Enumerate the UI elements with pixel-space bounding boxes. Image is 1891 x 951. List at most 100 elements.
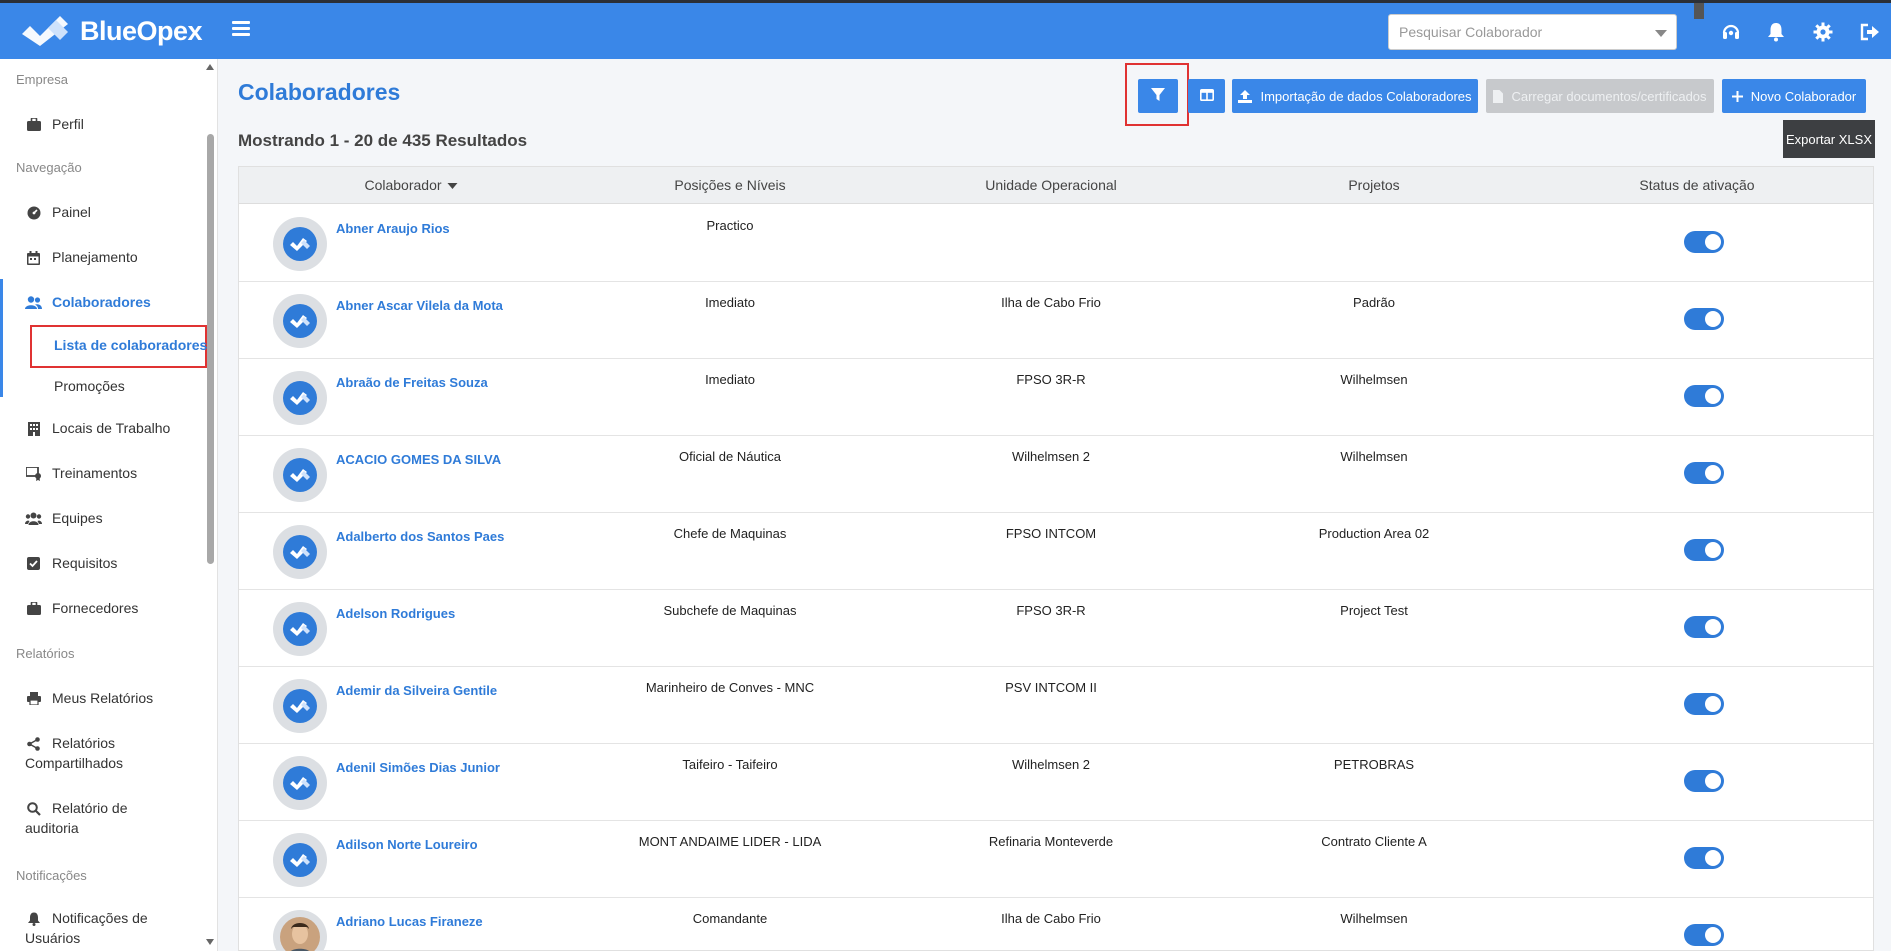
logout-icon[interactable] bbox=[1858, 20, 1882, 44]
sidebar-item-relatorios-compartilhados[interactable]: Relatórios bbox=[25, 733, 205, 754]
table-row: Abraão de Freitas Souza Imediato FPSO 3R-R… bbox=[239, 359, 1873, 436]
column-header-posicoes[interactable]: Posições e Níveis bbox=[674, 177, 785, 193]
sort-desc-icon[interactable] bbox=[447, 183, 458, 190]
collaborator-name-link[interactable]: Adriano Lucas Firaneze bbox=[336, 914, 483, 929]
sidebar-item-notificacoes-usuarios[interactable]: Notificações de bbox=[25, 908, 205, 929]
sidebar-item-requisitos[interactable]: Requisitos bbox=[25, 553, 205, 574]
columns-toggle-button[interactable] bbox=[1188, 79, 1225, 113]
cell-position: Practico bbox=[706, 218, 754, 233]
sidebar-item-colaboradores[interactable]: Colaboradores bbox=[25, 292, 205, 313]
menu-toggle-icon[interactable] bbox=[232, 21, 250, 37]
sidebar-item-label: Planejamento bbox=[52, 249, 138, 265]
activation-toggle[interactable] bbox=[1684, 616, 1724, 638]
cell-project: PETROBRAS bbox=[1333, 757, 1415, 772]
avatar[interactable] bbox=[273, 833, 327, 887]
search-collaborator-input[interactable] bbox=[1389, 15, 1629, 49]
sidebar-item-treinamentos[interactable]: Treinamentos bbox=[25, 463, 205, 484]
check-badge-icon bbox=[283, 227, 317, 261]
activation-toggle[interactable] bbox=[1684, 462, 1724, 484]
check-badge-icon bbox=[283, 843, 317, 877]
avatar[interactable] bbox=[273, 525, 327, 579]
activation-toggle[interactable] bbox=[1684, 231, 1724, 253]
sidebar-item-label: Relatórios bbox=[52, 733, 115, 754]
headset-icon[interactable] bbox=[1719, 20, 1743, 44]
scroll-up-arrow-icon[interactable] bbox=[206, 64, 214, 70]
collaborator-name-link[interactable]: Abner Araujo Rios bbox=[336, 221, 450, 236]
bell-icon[interactable] bbox=[1764, 20, 1788, 44]
cell-unit: FPSO 3R-R bbox=[1016, 603, 1086, 618]
collaborator-name-link[interactable]: Abraão de Freitas Souza bbox=[336, 375, 488, 390]
collaborators-table: Colaborador Posições e Níveis Unidade Op… bbox=[238, 166, 1874, 951]
import-collaborators-button[interactable]: Importação de dados Colaboradores bbox=[1232, 79, 1478, 113]
sidebar-item-label: Requisitos bbox=[52, 555, 118, 571]
calendar-icon bbox=[25, 249, 42, 266]
activation-toggle[interactable] bbox=[1684, 847, 1724, 869]
sidebar-item-meus-relatorios[interactable]: Meus Relatórios bbox=[25, 688, 205, 709]
activation-toggle[interactable] bbox=[1684, 539, 1724, 561]
logo-text: BlueOpex bbox=[80, 15, 203, 46]
activation-toggle[interactable] bbox=[1684, 770, 1724, 792]
activation-toggle[interactable] bbox=[1684, 693, 1724, 715]
avatar[interactable] bbox=[273, 294, 327, 348]
sidebar-item-relatorio-auditoria[interactable]: Relatório de bbox=[25, 798, 205, 819]
filter-button[interactable] bbox=[1138, 79, 1178, 113]
collaborator-name-link[interactable]: Adilson Norte Loureiro bbox=[336, 837, 478, 852]
collaborator-name-link[interactable]: Adalberto dos Santos Paes bbox=[336, 529, 504, 544]
collaborator-name-link[interactable]: Adenil Simões Dias Junior bbox=[336, 760, 500, 775]
table-row: Adenil Simões Dias Junior Taifeiro - Taif… bbox=[239, 744, 1873, 821]
chevron-down-icon[interactable] bbox=[1655, 30, 1667, 37]
bell-icon bbox=[25, 910, 42, 927]
sidebar-item-label: Relatório de bbox=[52, 800, 128, 816]
collaborator-name-link[interactable]: Adelson Rodrigues bbox=[336, 606, 455, 621]
avatar[interactable] bbox=[273, 602, 327, 656]
cell-unit: FPSO 3R-R bbox=[1016, 372, 1086, 387]
sidebar-item-label: Locais de Trabalho bbox=[52, 420, 171, 436]
column-header-colaborador[interactable]: Colaborador bbox=[364, 177, 458, 193]
export-xlsx-button[interactable]: Exportar XLSX bbox=[1783, 120, 1875, 158]
sidebar-item-painel[interactable]: Painel bbox=[25, 202, 205, 223]
avatar[interactable] bbox=[273, 910, 327, 951]
sidebar-subitem-promocoes[interactable]: Promoções bbox=[54, 378, 125, 394]
scroll-down-arrow-icon[interactable] bbox=[206, 939, 214, 945]
new-collaborator-button[interactable]: Novo Colaborador bbox=[1722, 79, 1866, 113]
column-header-unidade[interactable]: Unidade Operacional bbox=[985, 177, 1117, 193]
table-row: Adelson Rodrigues Subchefe de Maquinas FPS… bbox=[239, 590, 1873, 667]
sidebar-item-equipes[interactable]: Equipes bbox=[25, 508, 205, 529]
team-icon bbox=[25, 510, 42, 527]
activation-toggle[interactable] bbox=[1684, 308, 1724, 330]
search-collaborator-select[interactable] bbox=[1388, 14, 1677, 50]
activation-toggle[interactable] bbox=[1684, 924, 1724, 946]
logo[interactable]: BlueOpex bbox=[22, 13, 203, 49]
avatar[interactable] bbox=[273, 679, 327, 733]
cell-unit: Refinaria Monteverde bbox=[988, 834, 1114, 849]
avatar[interactable] bbox=[273, 756, 327, 810]
sidebar-item-locais[interactable]: Locais de Trabalho bbox=[25, 418, 205, 439]
table-row: ACACIO GOMES DA SILVA Oficial de Náutica W… bbox=[239, 436, 1873, 513]
new-collaborator-label: Novo Colaborador bbox=[1750, 88, 1857, 104]
collaborator-name-link[interactable]: Ademir da Silveira Gentile bbox=[336, 683, 497, 698]
upload-documents-button[interactable]: Carregar documentos/certificados bbox=[1486, 79, 1714, 113]
activation-toggle[interactable] bbox=[1684, 385, 1724, 407]
sidebar-item-fornecedores[interactable]: Fornecedores bbox=[25, 598, 205, 619]
gear-icon[interactable] bbox=[1811, 20, 1835, 44]
table-row: Adriano Lucas Firaneze Comandante Ilha de … bbox=[239, 898, 1873, 951]
results-count: Mostrando 1 - 20 de 435 Resultados bbox=[238, 131, 528, 150]
column-header-status[interactable]: Status de ativação bbox=[1639, 177, 1754, 193]
cell-position: Taifeiro - Taifeiro bbox=[682, 757, 778, 772]
sidebar-scroll-thumb[interactable] bbox=[207, 134, 214, 564]
sidebar-item-planejamento[interactable]: Planejamento bbox=[25, 247, 205, 268]
check-badge-icon bbox=[283, 304, 317, 338]
cell-position: MONT ANDAIME LIDER - LIDA bbox=[638, 834, 822, 849]
sidebar-item-perfil[interactable]: Perfil bbox=[25, 114, 205, 135]
column-header-projetos[interactable]: Projetos bbox=[1348, 177, 1399, 193]
collaborator-name-link[interactable]: ACACIO GOMES DA SILVA bbox=[336, 452, 501, 467]
file-icon bbox=[1493, 89, 1504, 103]
sidebar-subitem-lista-colaboradores[interactable]: Lista de colaboradores bbox=[54, 337, 207, 353]
avatar[interactable] bbox=[273, 371, 327, 425]
avatar[interactable] bbox=[273, 217, 327, 271]
columns-icon bbox=[1199, 88, 1214, 104]
briefcase-icon bbox=[25, 116, 42, 133]
cell-position: Chefe de Maquinas bbox=[673, 526, 787, 541]
avatar[interactable] bbox=[273, 448, 327, 502]
collaborator-name-link[interactable]: Abner Ascar Vilela da Mota bbox=[336, 298, 503, 313]
